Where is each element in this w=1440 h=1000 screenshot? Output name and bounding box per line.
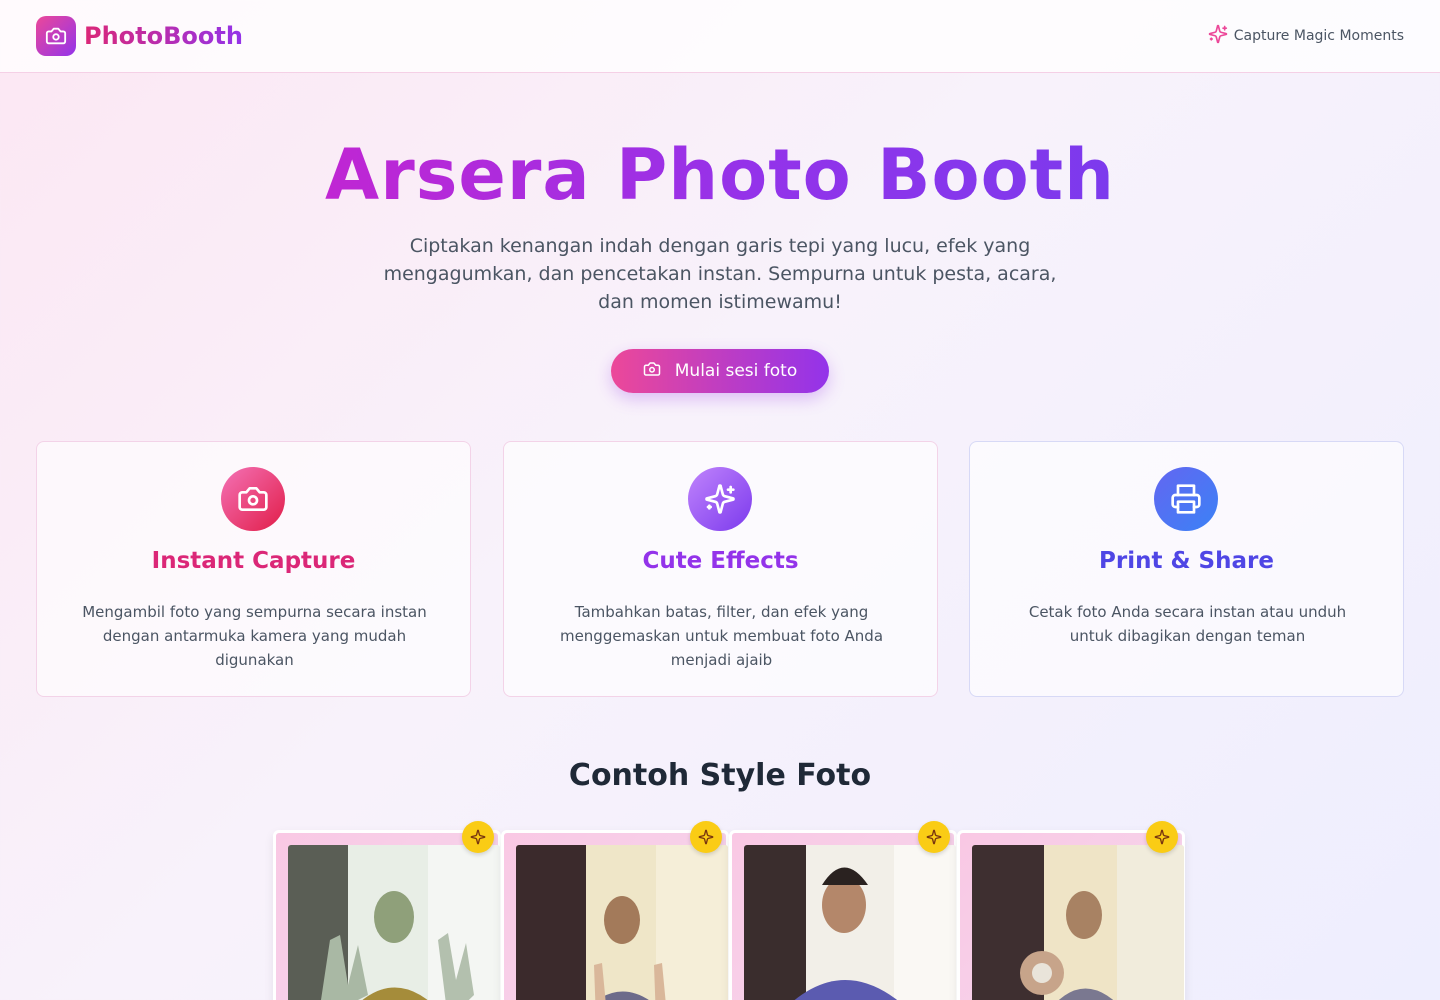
sparkles-icon bbox=[688, 467, 752, 531]
sample-photo bbox=[516, 845, 728, 1000]
feature-card-print-share: Print & Share Cetak foto Anda secara ins… bbox=[969, 441, 1404, 697]
camera-icon bbox=[643, 360, 661, 383]
sample-photo bbox=[744, 845, 956, 1000]
brand-name: PhotoBooth bbox=[84, 22, 243, 50]
tagline: Capture Magic Moments bbox=[1208, 24, 1404, 48]
feature-description: Mengambil foto yang sempurna secara inst… bbox=[82, 603, 427, 669]
sample-photo-frame[interactable] bbox=[729, 821, 957, 1000]
feature-title: Instant Capture bbox=[151, 548, 356, 574]
hero-title: Arsera Photo Booth bbox=[0, 132, 1440, 218]
sample-photo-frame[interactable] bbox=[273, 821, 501, 1000]
sample-photo-frame[interactable] bbox=[957, 821, 1185, 1000]
hero-title-text: Arsera Photo Booth bbox=[325, 134, 1115, 216]
start-session-label: Mulai sesi foto bbox=[674, 361, 798, 381]
sample-photo bbox=[288, 845, 500, 1000]
hero-subtitle: Ciptakan kenangan indah dengan garis tep… bbox=[383, 235, 1057, 313]
feature-description: Tambahkan batas, filter, dan efek yang m… bbox=[559, 603, 884, 669]
sparkles-icon bbox=[1208, 24, 1228, 48]
samples-section-title: Contoh Style Foto bbox=[568, 758, 872, 793]
sparkles-icon bbox=[918, 821, 950, 853]
start-session-button[interactable]: Mulai sesi foto bbox=[611, 349, 829, 393]
top-navbar: PhotoBooth Capture Magic Moments bbox=[0, 0, 1440, 73]
sparkles-icon bbox=[462, 821, 494, 853]
sample-photo bbox=[972, 845, 1184, 1000]
feature-card-instant-capture: Instant Capture Mengambil foto yang semp… bbox=[36, 441, 471, 697]
printer-icon bbox=[1154, 467, 1218, 531]
feature-description: Cetak foto Anda secara instan atau unduh… bbox=[1028, 603, 1347, 645]
sparkles-icon bbox=[1146, 821, 1178, 853]
brand[interactable]: PhotoBooth bbox=[36, 16, 243, 56]
camera-icon bbox=[221, 467, 285, 531]
tagline-text: Capture Magic Moments bbox=[1233, 28, 1404, 44]
camera-icon bbox=[36, 16, 76, 56]
feature-title: Print & Share bbox=[1099, 548, 1274, 574]
sample-photo-frame[interactable] bbox=[501, 821, 729, 1000]
feature-card-cute-effects: Cute Effects Tambahkan batas, filter, da… bbox=[503, 441, 938, 697]
sparkles-icon bbox=[690, 821, 722, 853]
feature-title: Cute Effects bbox=[642, 548, 799, 574]
